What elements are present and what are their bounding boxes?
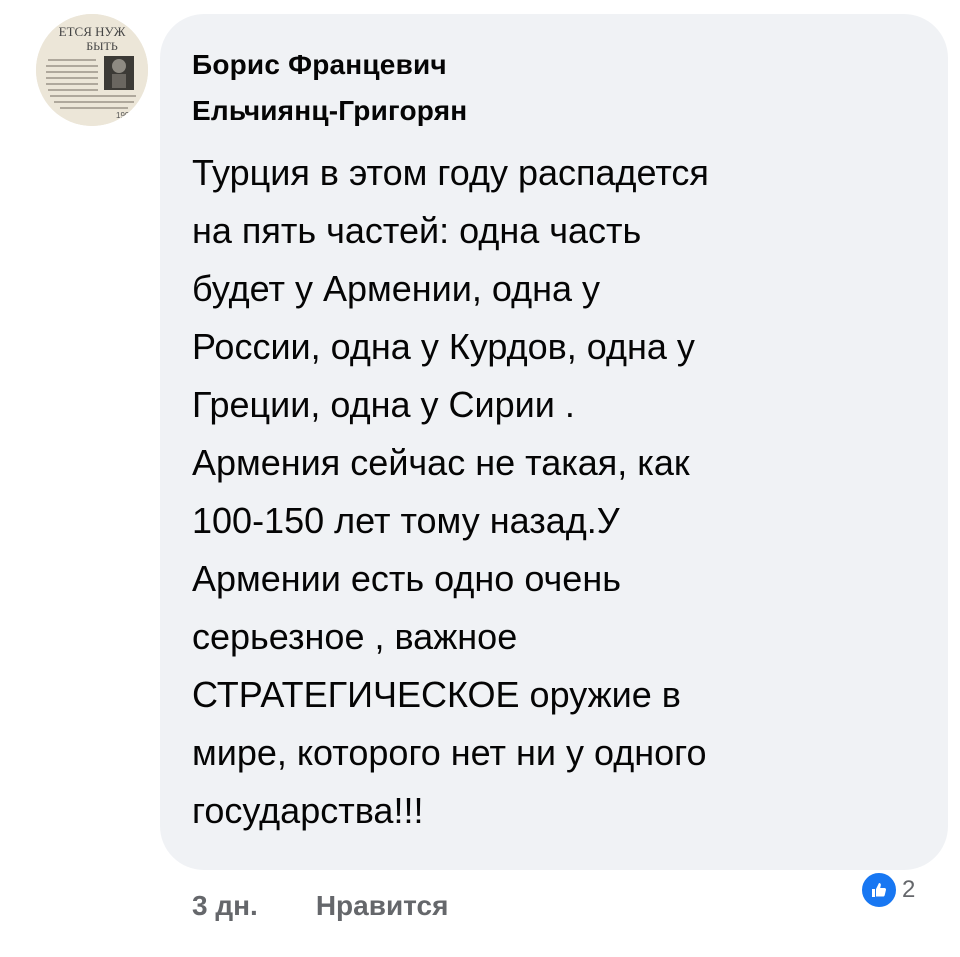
reactions-summary[interactable]: 2 [860, 871, 922, 909]
avatar-headline-top: ЕТСЯ НУЖ [59, 24, 126, 39]
avatar-corner-text: 1995 [116, 111, 134, 120]
thumbs-up-icon [860, 871, 898, 909]
reaction-count: 2 [902, 876, 916, 903]
comment-author-name[interactable]: Борис Францевич Ельчиянц-Григорян [192, 42, 892, 134]
newspaper-clipping-image: ЕТСЯ НУЖ БЫТЬ 1995 [36, 14, 148, 126]
comment-actions: 3 дн. Нравится [192, 882, 448, 930]
avatar-headline-bottom: БЫТЬ [86, 39, 118, 53]
avatar[interactable]: ЕТСЯ НУЖ БЫТЬ 1995 [36, 14, 148, 126]
comment-text: Турция в этом году распадется на пять ча… [192, 152, 709, 831]
comment-timestamp[interactable]: 3 дн. [192, 890, 258, 922]
like-button[interactable]: Нравится [316, 890, 449, 922]
